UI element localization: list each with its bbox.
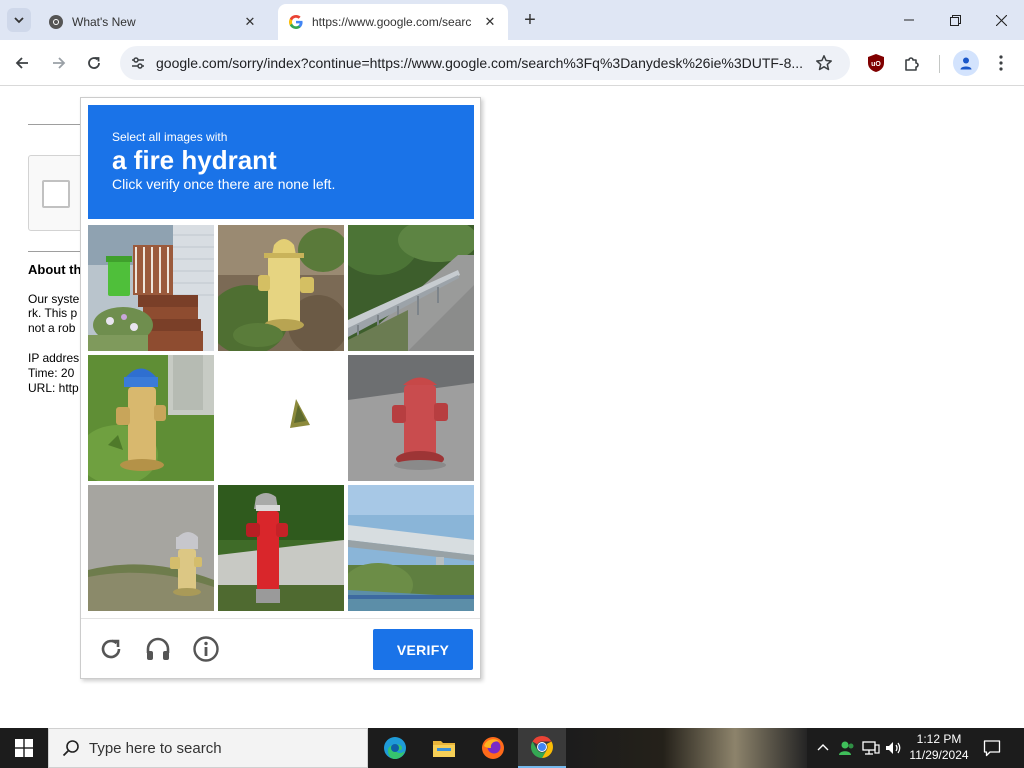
file-explorer-icon[interactable] [420, 728, 468, 768]
image-tile[interactable] [218, 355, 344, 481]
more-menu-icon[interactable] [990, 52, 1012, 74]
tile-image-loading [218, 355, 344, 481]
image-tile[interactable] [88, 355, 214, 481]
challenge-target: a fire hydrant [112, 145, 277, 175]
windows-taskbar: Type here to search 1:12 PM 11/29/2024 [0, 728, 1024, 768]
image-tile[interactable] [218, 485, 344, 611]
restore-icon [949, 14, 961, 26]
taskbar-background [567, 728, 807, 768]
image-tile[interactable] [348, 225, 474, 351]
google-g-icon [288, 14, 304, 30]
recaptcha-challenge: Select all images with a fire hydrant Cl… [80, 97, 481, 679]
tile-image-blue-cap-hydrant [88, 355, 214, 481]
background-text-line: Time: 20 [28, 366, 75, 380]
windows-logo-icon [15, 739, 33, 757]
svg-text:uO: uO [871, 61, 881, 68]
help-info-button[interactable] [190, 633, 222, 665]
system-clock[interactable]: 1:12 PM 11/29/2024 [906, 731, 972, 763]
tile-image-porch [88, 225, 214, 351]
arrow-right-icon [53, 57, 66, 69]
close-icon [995, 14, 1007, 26]
background-text-line: Our syste [28, 292, 80, 306]
tab-close-icon[interactable]: ✕ [240, 12, 260, 32]
new-tab-button[interactable]: + [519, 9, 541, 31]
verify-button[interactable]: VERIFY [373, 629, 473, 670]
tile-image-overpass [348, 485, 474, 611]
search-placeholder: Type here to search [89, 739, 222, 757]
background-text-line: IP addres [28, 351, 80, 365]
tile-image-silver-yellow-hydrant [88, 485, 214, 611]
minimize-button[interactable] [886, 0, 932, 40]
close-window-button[interactable] [978, 0, 1024, 40]
tab-search-dropdown-button[interactable] [7, 8, 31, 32]
headphones-icon [146, 637, 170, 660]
chrome-icon [48, 14, 64, 30]
restore-button[interactable] [932, 0, 978, 40]
search-icon [61, 738, 81, 758]
footer-divider [81, 618, 480, 619]
recaptcha-anchor[interactable] [28, 155, 88, 231]
volume-icon[interactable] [884, 738, 904, 758]
reload-icon [88, 57, 100, 69]
chevron-down-icon [14, 17, 24, 24]
browser-toolbar: google.com/sorry/index?continue=https://… [0, 40, 1024, 86]
forward-button[interactable] [46, 50, 72, 76]
reload-button[interactable] [81, 50, 107, 76]
clock-time: 1:12 PM [916, 732, 962, 746]
tab-strip: What's New ✕ https://www.google.com/sear… [0, 0, 1024, 40]
clock-date: 11/29/2024 [909, 748, 969, 762]
divider [28, 251, 80, 252]
challenge-subinstruction: Click verify once there are none left. [112, 176, 336, 192]
arrow-left-icon [15, 57, 28, 69]
background-text-line: not a rob [28, 321, 76, 335]
background-text-line: URL: http [28, 381, 79, 395]
tab-title: What's New [72, 15, 136, 29]
network-icon[interactable] [861, 738, 881, 758]
reload-challenge-button[interactable] [95, 633, 127, 665]
toolbar-divider [939, 55, 940, 73]
tile-image-yellow-hydrant [218, 225, 344, 351]
site-settings-icon[interactable] [128, 53, 148, 73]
tab-whats-new[interactable]: What's New ✕ [38, 4, 268, 40]
tile-image-red-hydrant-grass [218, 485, 344, 611]
ublock-origin-icon[interactable]: uO [865, 52, 887, 74]
reload-icon [101, 639, 121, 659]
image-tile[interactable] [218, 225, 344, 351]
back-button[interactable] [9, 50, 35, 76]
tile-image-red-hydrant-pavement [348, 355, 474, 481]
image-tile[interactable] [88, 485, 214, 611]
challenge-instruction: Select all images with [112, 130, 228, 144]
divider [28, 124, 80, 125]
tab-google-search[interactable]: https://www.google.com/searc ✕ [278, 4, 508, 40]
address-bar[interactable]: google.com/sorry/index?continue=https://… [120, 46, 850, 80]
recaptcha-checkbox[interactable] [42, 180, 70, 208]
address-url[interactable]: google.com/sorry/index?continue=https://… [156, 55, 812, 71]
firefox-icon[interactable] [469, 728, 517, 768]
audio-challenge-button[interactable] [142, 633, 174, 665]
profile-avatar-icon[interactable] [953, 50, 979, 76]
notification-icon[interactable] [980, 736, 1004, 760]
image-grid [88, 225, 474, 611]
chevron-up-icon[interactable] [813, 738, 833, 758]
background-text-line: rk. This p [28, 306, 78, 320]
start-button[interactable] [0, 728, 48, 768]
about-heading: About th [28, 262, 82, 277]
image-tile[interactable] [348, 355, 474, 481]
puzzle-extensions-icon[interactable] [901, 52, 923, 74]
tile-image-guardrail [348, 225, 474, 351]
bookmark-star-icon[interactable] [812, 51, 836, 75]
info-icon [193, 636, 219, 662]
chrome-icon[interactable] [518, 728, 566, 768]
tab-close-icon[interactable]: ✕ [480, 12, 500, 32]
edge-icon[interactable] [371, 728, 419, 768]
challenge-header: Select all images with a fire hydrant Cl… [88, 105, 474, 219]
image-tile[interactable] [88, 225, 214, 351]
minimize-icon [904, 19, 914, 21]
tab-title: https://www.google.com/searc [312, 15, 472, 29]
image-tile[interactable] [348, 485, 474, 611]
people-icon[interactable] [837, 738, 857, 758]
taskbar-search-box[interactable]: Type here to search [48, 728, 368, 768]
